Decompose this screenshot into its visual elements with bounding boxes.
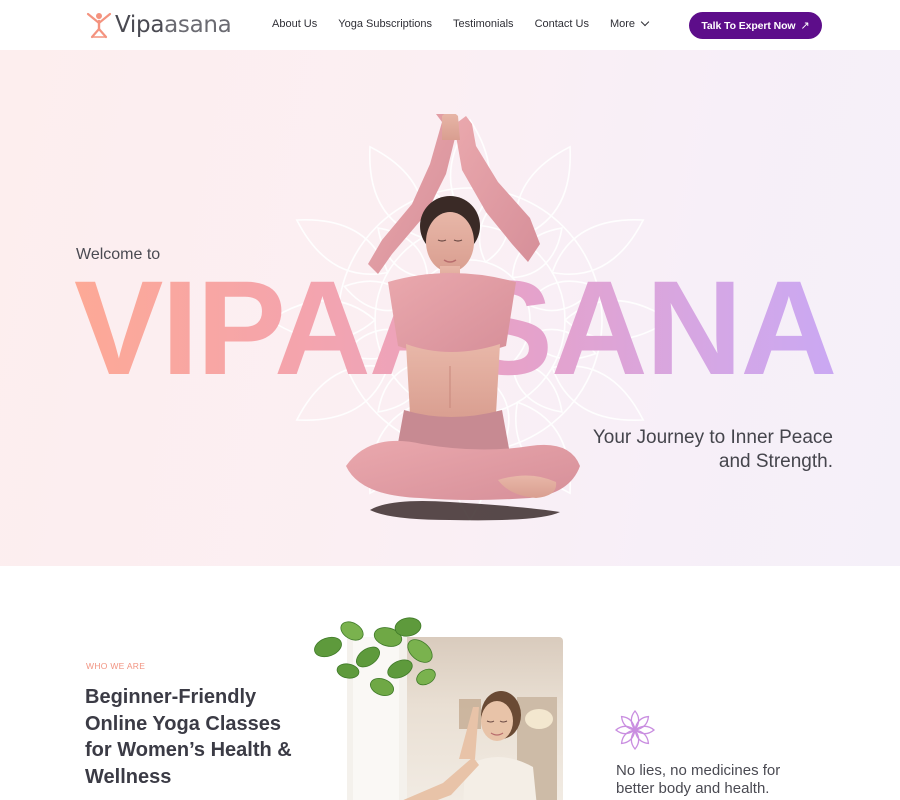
about-title: Beginner-Friendly Online Yoga Classes fo…: [85, 684, 315, 790]
about-title-line-1: Beginner-Friendly: [85, 686, 257, 708]
about-title-line-2: Online Yoga Classes: [85, 712, 282, 735]
about-eyebrow: WHO WE ARE: [86, 661, 146, 671]
site-header: Vipaasana About Us Yoga Subscriptions Te…: [0, 0, 900, 50]
logo[interactable]: Vipaasana: [86, 10, 232, 40]
about-title-line-4: Wellness: [85, 765, 172, 788]
nav-testimonials[interactable]: Testimonials: [453, 18, 514, 30]
nav-about-us[interactable]: About Us: [272, 18, 317, 30]
plant-leaves-image: [314, 617, 436, 696]
logo-text-part-1: Vipa: [115, 12, 165, 38]
logo-text-part-2: asana: [164, 12, 232, 38]
nav-more[interactable]: More: [609, 17, 650, 30]
arrow-up-right-icon: ↗: [800, 20, 810, 32]
hero-tagline-line-2: and Strength.: [718, 451, 833, 472]
hero-yoga-woman-image: [346, 114, 580, 521]
nav-yoga-subscriptions[interactable]: Yoga Subscriptions: [338, 18, 432, 30]
hero-tagline: Your Journey to Inner Peace and Strength…: [593, 426, 833, 474]
benefit-line-2: better body and health.: [616, 780, 770, 797]
hero-tagline-line-1: Your Journey to Inner Peace: [592, 427, 833, 448]
talk-to-expert-button[interactable]: Talk To Expert Now ↗: [689, 12, 822, 39]
benefit-text: No lies, no medicines for better body an…: [616, 762, 816, 798]
nav-more-label: More: [609, 18, 636, 30]
hero-section: Welcome to VIPAASANA: [0, 50, 900, 566]
yoga-figure-icon: [86, 12, 112, 39]
talk-to-expert-label: Talk To Expert Now: [701, 19, 796, 32]
lotus-flower-icon: [614, 710, 656, 750]
nav-contact-us[interactable]: Contact Us: [535, 18, 589, 30]
about-title-line-3: for Women’s Health &: [85, 739, 292, 761]
chevron-down-icon: [640, 17, 650, 27]
logo-text: Vipaasana: [115, 12, 232, 38]
main-nav: About Us Yoga Subscriptions Testimonials…: [272, 17, 650, 30]
benefit-line-1: No lies, no medicines for: [616, 762, 781, 779]
